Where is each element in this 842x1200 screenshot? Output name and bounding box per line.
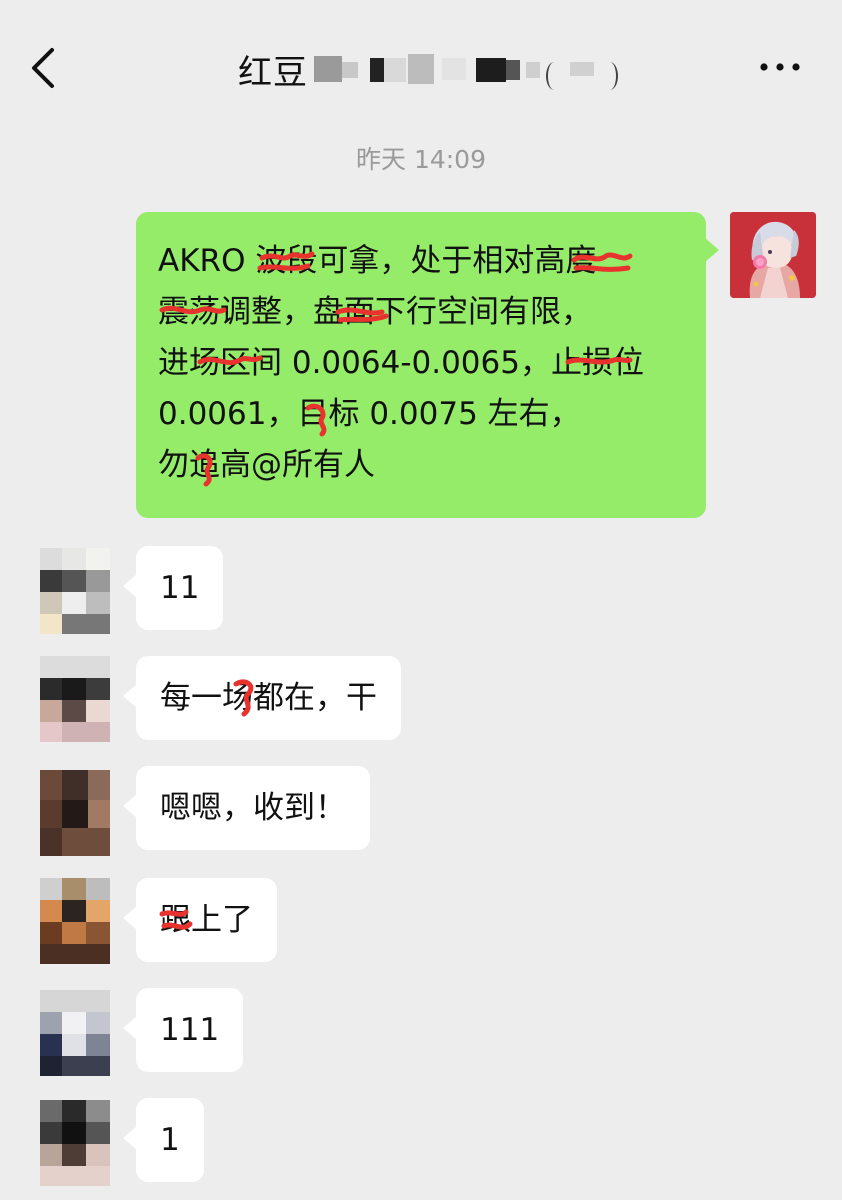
- member-avatar[interactable]: [40, 770, 110, 856]
- member-avatar[interactable]: [40, 990, 110, 1076]
- member-avatar[interactable]: [40, 656, 110, 742]
- title-redaction-mosaic: [310, 44, 680, 94]
- chat-title: 红豆: [238, 44, 680, 94]
- sent-message-line: AKRO 波段可拿，处于相对高度: [158, 243, 597, 279]
- received-message-text: 每一场都在，干: [160, 680, 377, 716]
- sent-message-line: 0.0061，目标 0.0075 左右，: [158, 396, 581, 432]
- member-avatar[interactable]: [40, 548, 110, 634]
- received-message-bubble[interactable]: 111: [122, 988, 244, 1072]
- more-options-icon[interactable]: [758, 52, 802, 82]
- received-message-bubble[interactable]: 嗯嗯，收到！: [123, 766, 370, 850]
- message-timestamp: 昨天 14:09: [356, 145, 486, 174]
- received-message-bubble[interactable]: 11: [122, 546, 224, 630]
- anime-avatar-illustration: [730, 212, 816, 298]
- sent-message-bubble[interactable]: AKRO 波段可拿，处于相对高度 震荡调整，盘面下行空间有限， 进场区间 0.0…: [136, 212, 719, 518]
- sent-message-line: 进场区间 0.0064-0.0065，止损位: [158, 345, 644, 381]
- member-avatar[interactable]: [40, 878, 110, 964]
- received-message-bubble[interactable]: 1: [123, 1098, 204, 1182]
- received-message-bubble[interactable]: 每一场都在，干: [123, 656, 401, 740]
- member-avatar[interactable]: [40, 1100, 110, 1186]
- received-message-text: 111: [160, 1012, 220, 1048]
- received-message-text: 跟上了: [160, 902, 253, 938]
- back-chevron-icon[interactable]: [22, 42, 66, 94]
- sent-message-line: 勿追高@所有人: [158, 447, 375, 483]
- received-message-bubble[interactable]: 跟上了: [123, 878, 277, 962]
- chat-title-text: 红豆: [238, 52, 308, 93]
- received-message-text: 1: [160, 1122, 180, 1158]
- sent-message-line: 震荡调整，盘面下行空间有限，: [158, 294, 592, 330]
- received-message-text: 嗯嗯，收到！: [160, 790, 346, 826]
- chat-header: 红豆: [0, 0, 842, 128]
- sender-avatar[interactable]: [730, 212, 816, 298]
- received-message-text: 11: [160, 570, 200, 606]
